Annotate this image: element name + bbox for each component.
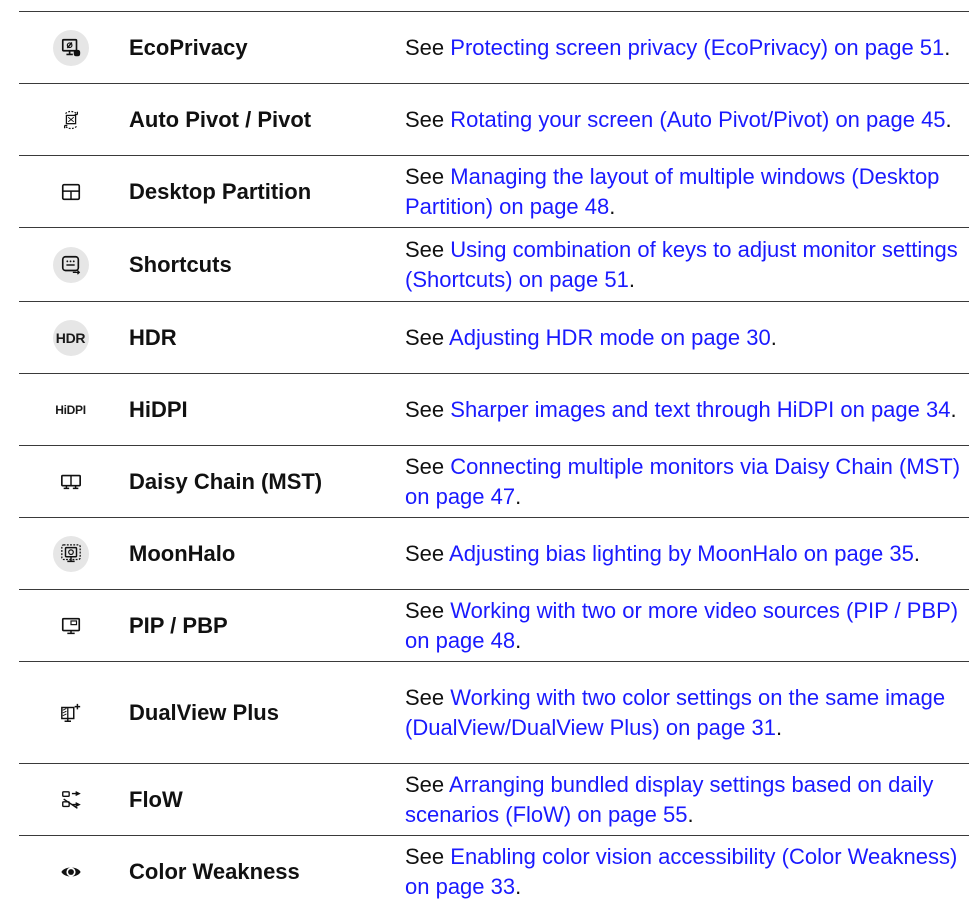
table-row: Auto Pivot / Pivot See Rotating your scr…	[19, 84, 969, 156]
moonhalo-icon	[52, 535, 89, 572]
feature-reference: See Rotating your screen (Auto Pivot/Piv…	[405, 106, 952, 132]
feature-reference: See Using combination of keys to adjust …	[405, 236, 958, 292]
feature-name: MoonHalo	[129, 540, 236, 566]
flow-icon	[52, 781, 89, 818]
reference-link[interactable]: Using combination of keys to adjust moni…	[405, 237, 958, 292]
table-row: FloW See Arranging bundled display setti…	[19, 764, 969, 836]
reference-link[interactable]: Arranging bundled display settings based…	[405, 772, 933, 827]
hidpi-icon: HiDPI	[52, 391, 89, 428]
reference-link[interactable]: Working with two or more video sources (…	[405, 598, 958, 653]
reference-link[interactable]: Protecting screen privacy (EcoPrivacy) o…	[450, 35, 944, 60]
feature-reference: See Connecting multiple monitors via Dai…	[405, 453, 961, 509]
reference-link[interactable]: Connecting multiple monitors via Daisy C…	[405, 454, 960, 509]
table-row: PIP / PBP See Working with two or more v…	[19, 590, 969, 662]
feature-name: Color Weakness	[129, 859, 300, 884]
feature-name: HDR	[129, 324, 177, 350]
reference-link[interactable]: Enabling color vision accessibility (Col…	[405, 844, 957, 899]
feature-name: EcoPrivacy	[129, 34, 248, 60]
feature-name: PIP / PBP	[129, 612, 228, 638]
reference-link[interactable]: Adjusting bias lighting by MoonHalo on p…	[449, 541, 914, 566]
desktop-partition-icon	[52, 173, 89, 210]
table-row: DualView Plus See Working with two color…	[19, 662, 969, 764]
feature-reference: See Managing the layout of multiple wind…	[405, 163, 940, 219]
feature-reference: See Sharper images and text through HiDP…	[405, 396, 957, 422]
table-row: Color Weakness See Enabling color vision…	[19, 836, 969, 908]
auto-pivot-icon	[52, 101, 89, 138]
daisy-chain-icon	[52, 463, 89, 500]
feature-reference: See Working with two color settings on t…	[405, 684, 946, 740]
reference-link[interactable]: Sharper images and text through HiDPI on…	[450, 397, 950, 422]
feature-reference-table: EcoPrivacy See Protecting screen privacy…	[19, 11, 969, 908]
color-weakness-icon	[52, 854, 89, 890]
feature-reference: See Protecting screen privacy (EcoPrivac…	[405, 34, 951, 60]
table-row: MoonHalo See Adjusting bias lighting by …	[19, 518, 969, 590]
table-row: Shortcuts See Using combination of keys …	[19, 228, 969, 302]
table-row: Desktop Partition See Managing the layou…	[19, 156, 969, 228]
feature-reference: See Adjusting bias lighting by MoonHalo …	[405, 540, 920, 566]
table-row: HDR HDR See Adjusting HDR mode on page 3…	[19, 302, 969, 374]
feature-reference: See Arranging bundled display settings b…	[405, 771, 934, 827]
table-row: EcoPrivacy See Protecting screen privacy…	[19, 12, 969, 84]
hdr-icon: HDR	[52, 319, 89, 356]
shortcuts-icon	[52, 246, 89, 283]
feature-name: FloW	[129, 786, 183, 812]
reference-link[interactable]: Working with two color settings on the s…	[405, 685, 945, 740]
table-row: Daisy Chain (MST) See Connecting multipl…	[19, 446, 969, 518]
reference-link[interactable]: Adjusting HDR mode on page 30	[449, 325, 771, 350]
reference-link[interactable]: Rotating your screen (Auto Pivot/Pivot) …	[450, 107, 945, 132]
feature-name: Daisy Chain (MST)	[129, 468, 323, 494]
reference-link[interactable]: Managing the layout of multiple windows …	[405, 164, 939, 219]
feature-name: HiDPI	[129, 396, 188, 422]
feature-name: Desktop Partition	[129, 178, 312, 204]
feature-name: Shortcuts	[129, 251, 232, 277]
feature-reference: See Working with two or more video sourc…	[405, 597, 959, 653]
eco-privacy-icon	[52, 29, 89, 66]
feature-name: Auto Pivot / Pivot	[129, 106, 312, 132]
table-row: HiDPI HiDPI See Sharper images and text …	[19, 374, 969, 446]
feature-reference: See Enabling color vision accessibility …	[405, 844, 958, 899]
dualview-plus-icon	[52, 694, 89, 731]
feature-reference: See Adjusting HDR mode on page 30.	[405, 324, 777, 350]
pip-pbp-icon	[52, 607, 89, 644]
feature-name: DualView Plus	[129, 699, 279, 725]
